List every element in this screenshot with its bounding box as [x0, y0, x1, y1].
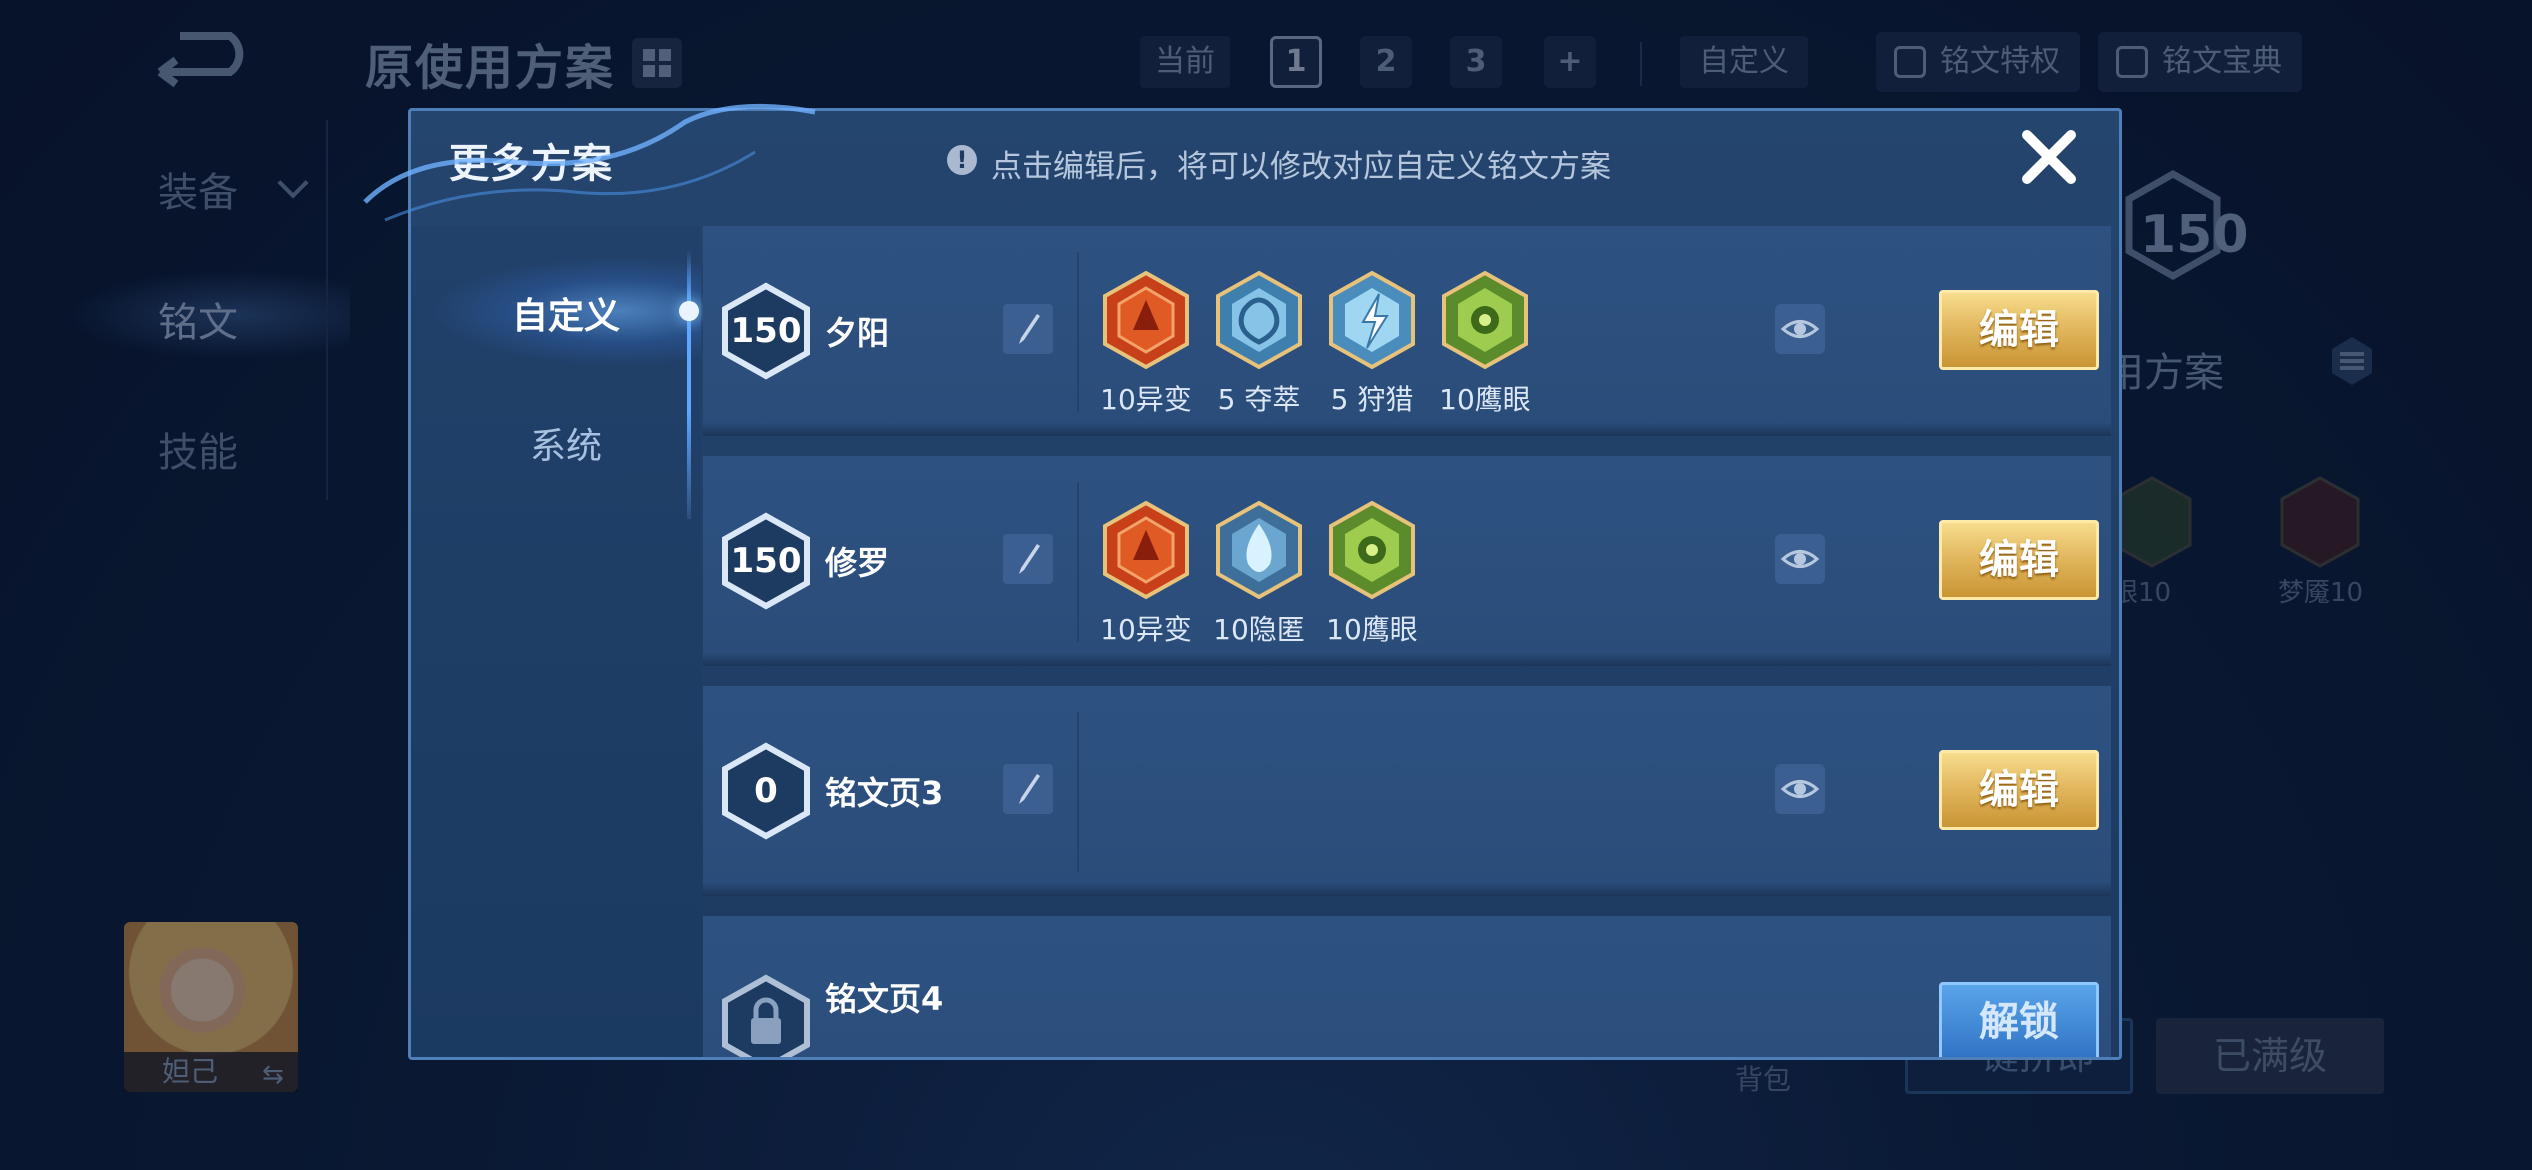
- close-icon[interactable]: [2017, 125, 2081, 189]
- rune-level: 0: [754, 771, 778, 811]
- preview-button[interactable]: [1775, 764, 1825, 814]
- tab-rail: [687, 249, 691, 519]
- rune-level: 150: [730, 311, 802, 351]
- rune-page-name: 铭文页3: [825, 774, 944, 812]
- pen-icon: [1019, 774, 1040, 804]
- row-shadow: [703, 422, 2111, 436]
- unlock-button[interactable]: 解锁: [1939, 982, 2099, 1057]
- rune-page-row-locked: 铭文页4 解锁: [703, 916, 2111, 1057]
- edit-button[interactable]: 编辑: [1939, 750, 2099, 830]
- edit-button[interactable]: 编辑: [1939, 290, 2099, 370]
- rune-level: 150: [730, 541, 802, 581]
- red-rune-icon: [1103, 500, 1189, 600]
- preview-button[interactable]: [1775, 304, 1825, 354]
- more-plans-dialog: 更多方案 ! 点击编辑后，将可以修改对应自定义铭文方案 自定义 系统 150 夕…: [408, 108, 2122, 1060]
- pen-icon: [1019, 544, 1040, 574]
- rune-page-row: 150 修罗 10异变 10隐匿 10鹰眼 编辑: [703, 456, 2111, 666]
- rename-button[interactable]: [1003, 304, 1053, 354]
- rune-page-name: 修罗: [825, 544, 890, 582]
- tab-custom[interactable]: 自定义: [471, 287, 661, 339]
- blue-flame-rune-icon: [1216, 500, 1302, 600]
- dialog-hint: 点击编辑后，将可以修改对应自定义铭文方案: [991, 149, 1611, 185]
- rune-page-row: 150 夕阳 10异变 5 夺萃 5 狩猎 10鹰眼 编辑: [703, 226, 2111, 436]
- row-shadow: [703, 882, 2111, 896]
- divider: [1077, 712, 1079, 872]
- eye-icon: [1780, 320, 1820, 338]
- eye-icon: [1780, 550, 1820, 568]
- green-rune-icon: [1442, 270, 1528, 370]
- lock-icon: [722, 974, 810, 1057]
- preview-button[interactable]: [1775, 534, 1825, 584]
- blue-lightning-rune-icon: [1329, 270, 1415, 370]
- tab-indicator-dot: [679, 301, 699, 321]
- rune-page-row: 0 铭文页3 编辑: [703, 686, 2111, 896]
- rune-label: 10鹰眼: [1326, 613, 1418, 646]
- row-shadow: [703, 652, 2111, 666]
- pen-icon: [1019, 314, 1040, 344]
- blue-knot-rune-icon: [1216, 270, 1302, 370]
- rune-label: 10鹰眼: [1439, 383, 1531, 416]
- edit-button[interactable]: 编辑: [1939, 520, 2099, 600]
- red-rune-icon: [1103, 270, 1189, 370]
- eye-icon: [1780, 780, 1820, 798]
- tab-system[interactable]: 系统: [471, 417, 661, 469]
- info-icon: !: [947, 145, 977, 175]
- dialog-title: 更多方案: [449, 141, 613, 187]
- rune-page-name: 铭文页4: [825, 980, 944, 1018]
- green-rune-icon: [1329, 500, 1415, 600]
- rename-button[interactable]: [1003, 764, 1053, 814]
- rune-page-name: 夕阳: [825, 314, 890, 352]
- rename-button[interactable]: [1003, 534, 1053, 584]
